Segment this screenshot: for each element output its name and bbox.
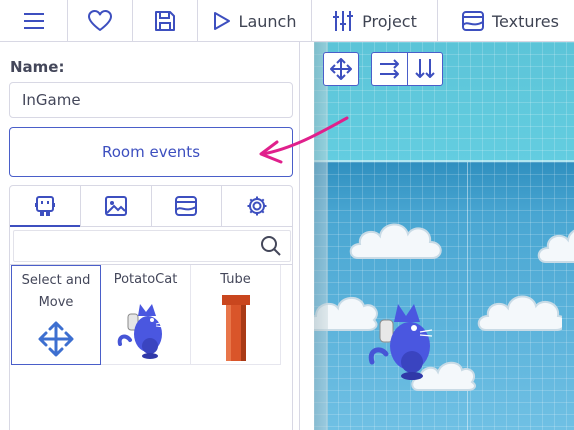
room-boundary-line bbox=[314, 160, 574, 162]
template-label: PotatoCat bbox=[113, 272, 178, 287]
search-icon bbox=[261, 236, 281, 256]
cloud-sprite bbox=[349, 223, 442, 259]
project-button[interactable]: Project bbox=[312, 0, 438, 42]
floppy-disk-icon bbox=[155, 11, 175, 31]
room-canvas[interactable] bbox=[314, 42, 574, 430]
move-tool-button[interactable] bbox=[323, 52, 359, 86]
panel-tabs bbox=[9, 185, 293, 227]
align-tools bbox=[371, 52, 443, 86]
template-grid: Select and Move PotatoCat Tube bbox=[9, 265, 293, 430]
room-name-input[interactable] bbox=[9, 82, 293, 118]
menu-button[interactable] bbox=[0, 0, 68, 42]
room-properties-panel: Name: Room events Select and Move Potato… bbox=[0, 42, 300, 430]
panel-resize-handle[interactable] bbox=[314, 42, 328, 430]
align-horizontal-icon bbox=[379, 59, 399, 79]
template-label: Select and Move bbox=[21, 273, 91, 310]
textures-button[interactable]: Textures bbox=[438, 0, 574, 42]
texture-icon bbox=[462, 11, 484, 31]
cloud-sprite bbox=[477, 295, 562, 331]
tab-backgrounds[interactable] bbox=[81, 186, 152, 226]
template-tube[interactable]: Tube bbox=[191, 265, 281, 365]
template-search-input[interactable] bbox=[13, 230, 291, 262]
annotation-arrow bbox=[259, 116, 349, 164]
potato-cat-sprite bbox=[117, 303, 164, 359]
sliders-icon bbox=[333, 11, 354, 31]
move-arrows-icon bbox=[38, 321, 74, 357]
gear-icon bbox=[247, 196, 267, 216]
hamburger-menu-icon bbox=[23, 13, 44, 29]
save-button[interactable] bbox=[133, 0, 198, 42]
name-label: Name: bbox=[10, 58, 65, 76]
launch-button[interactable]: Launch bbox=[198, 0, 312, 42]
heart-icon bbox=[88, 10, 112, 31]
template-label: Tube bbox=[220, 272, 251, 287]
potato-cat-instance[interactable] bbox=[366, 292, 446, 382]
favorite-button[interactable] bbox=[68, 0, 133, 42]
project-label: Project bbox=[362, 11, 417, 31]
tube-sprite bbox=[221, 294, 250, 361]
template-select-and-move[interactable]: Select and Move bbox=[11, 265, 101, 365]
top-toolbar: Launch Project Textures bbox=[0, 0, 574, 42]
room-tools bbox=[323, 52, 443, 86]
align-vertical-icon bbox=[415, 59, 435, 78]
ghost-robot-icon bbox=[34, 196, 55, 216]
template-potatocat[interactable]: PotatoCat bbox=[101, 265, 191, 365]
move-tool-icon bbox=[330, 58, 352, 80]
launch-label: Launch bbox=[238, 11, 297, 31]
play-icon bbox=[213, 12, 230, 30]
tab-tiles[interactable] bbox=[152, 186, 223, 226]
tab-properties[interactable] bbox=[222, 186, 292, 226]
texture-icon bbox=[175, 196, 198, 216]
align-vertical-button[interactable] bbox=[407, 53, 442, 85]
cloud-sprite bbox=[537, 229, 574, 263]
room-events-button[interactable]: Room events bbox=[9, 127, 293, 177]
template-search-row bbox=[9, 227, 293, 265]
align-horizontal-button[interactable] bbox=[372, 53, 407, 85]
textures-label: Textures bbox=[492, 11, 559, 31]
tab-copies[interactable] bbox=[10, 186, 81, 227]
image-icon bbox=[104, 196, 127, 216]
